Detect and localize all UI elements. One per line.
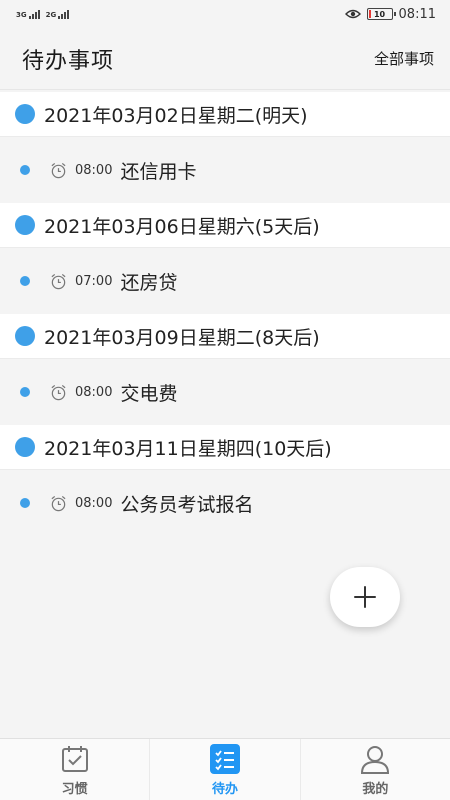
nav-label-todo: 待办 — [211, 781, 238, 797]
plus-icon — [354, 586, 376, 608]
alarm-clock-icon — [51, 495, 66, 511]
status-right: 10 08:11 — [344, 6, 436, 22]
todo-time: 08:00 — [75, 162, 113, 178]
date-marker-dot — [15, 437, 35, 457]
date-group-header: 2021年03月06日星期六(5天后) — [0, 203, 450, 248]
date-label: 2021年03月06日星期六(5天后) — [44, 215, 320, 238]
date-group-header: 2021年03月09日星期二(8天后) — [0, 314, 450, 359]
signal-3g-icon: 3G — [16, 9, 40, 19]
todo-title: 还房贷 — [120, 271, 178, 294]
nav-label-mine: 我的 — [362, 781, 389, 797]
todo-time: 07:00 — [75, 273, 113, 289]
page-title: 待办事项 — [22, 48, 115, 74]
todo-item[interactable]: 08:00 还信用卡 — [0, 137, 450, 203]
signal-2g-icon: 2G — [45, 9, 70, 19]
todo-title: 公务员考试报名 — [120, 493, 254, 516]
bottom-nav: 习惯 待办 我的 — [0, 738, 450, 800]
todo-title: 交电费 — [120, 382, 178, 405]
checklist-icon — [209, 743, 240, 774]
battery-fill — [368, 10, 371, 18]
nav-tab-mine[interactable]: 我的 — [301, 739, 450, 800]
todo-item[interactable]: 08:00 公务员考试报名 — [0, 470, 450, 536]
calendar-check-icon — [61, 745, 88, 772]
app-header: 待办事项 全部事项 — [0, 28, 450, 90]
item-marker-dot — [20, 498, 30, 508]
date-label: 2021年03月11日星期四(10天后) — [44, 437, 332, 460]
status-bar: 3G 2G 10 08:11 — [0, 0, 450, 28]
network-label-1: 3G — [16, 10, 27, 19]
add-todo-button[interactable] — [330, 567, 400, 627]
todo-item[interactable]: 08:00 交电费 — [0, 359, 450, 425]
date-label: 2021年03月09日星期二(8天后) — [44, 326, 320, 349]
date-marker-dot — [15, 326, 35, 346]
nav-tab-todo[interactable]: 待办 — [150, 739, 301, 800]
date-group-header: 2021年03月02日星期二(明天) — [0, 92, 450, 137]
nav-tab-habits[interactable]: 习惯 — [0, 739, 151, 800]
todo-time: 08:00 — [75, 384, 113, 400]
battery-icon: 10 — [366, 8, 396, 20]
todo-item[interactable]: 07:00 还房贷 — [0, 248, 450, 314]
item-marker-dot — [20, 165, 30, 175]
alarm-clock-icon — [51, 384, 66, 400]
nav-label-habits: 习惯 — [61, 781, 88, 797]
item-marker-dot — [20, 387, 30, 397]
user-icon — [361, 745, 390, 774]
network-label-2: 2G — [45, 10, 57, 19]
network-indicators: 3G 2G — [16, 9, 70, 19]
todo-time: 08:00 — [75, 495, 113, 511]
todo-timeline: 2021年03月02日星期二(明天) 08:00 还信用卡 2021年03月06… — [0, 92, 450, 536]
date-marker-dot — [15, 215, 35, 235]
todo-title: 还信用卡 — [120, 160, 197, 183]
date-marker-dot — [15, 104, 35, 124]
date-label: 2021年03月02日星期二(明天) — [44, 104, 308, 127]
eye-comfort-icon — [344, 9, 361, 19]
date-group-header: 2021年03月11日星期四(10天后) — [0, 425, 450, 470]
alarm-clock-icon — [51, 273, 66, 289]
item-marker-dot — [20, 276, 30, 286]
clock-time: 08:11 — [398, 6, 436, 22]
battery-text: 10 — [373, 9, 386, 19]
alarm-clock-icon — [51, 162, 66, 178]
all-items-link[interactable]: 全部事项 — [374, 48, 434, 69]
